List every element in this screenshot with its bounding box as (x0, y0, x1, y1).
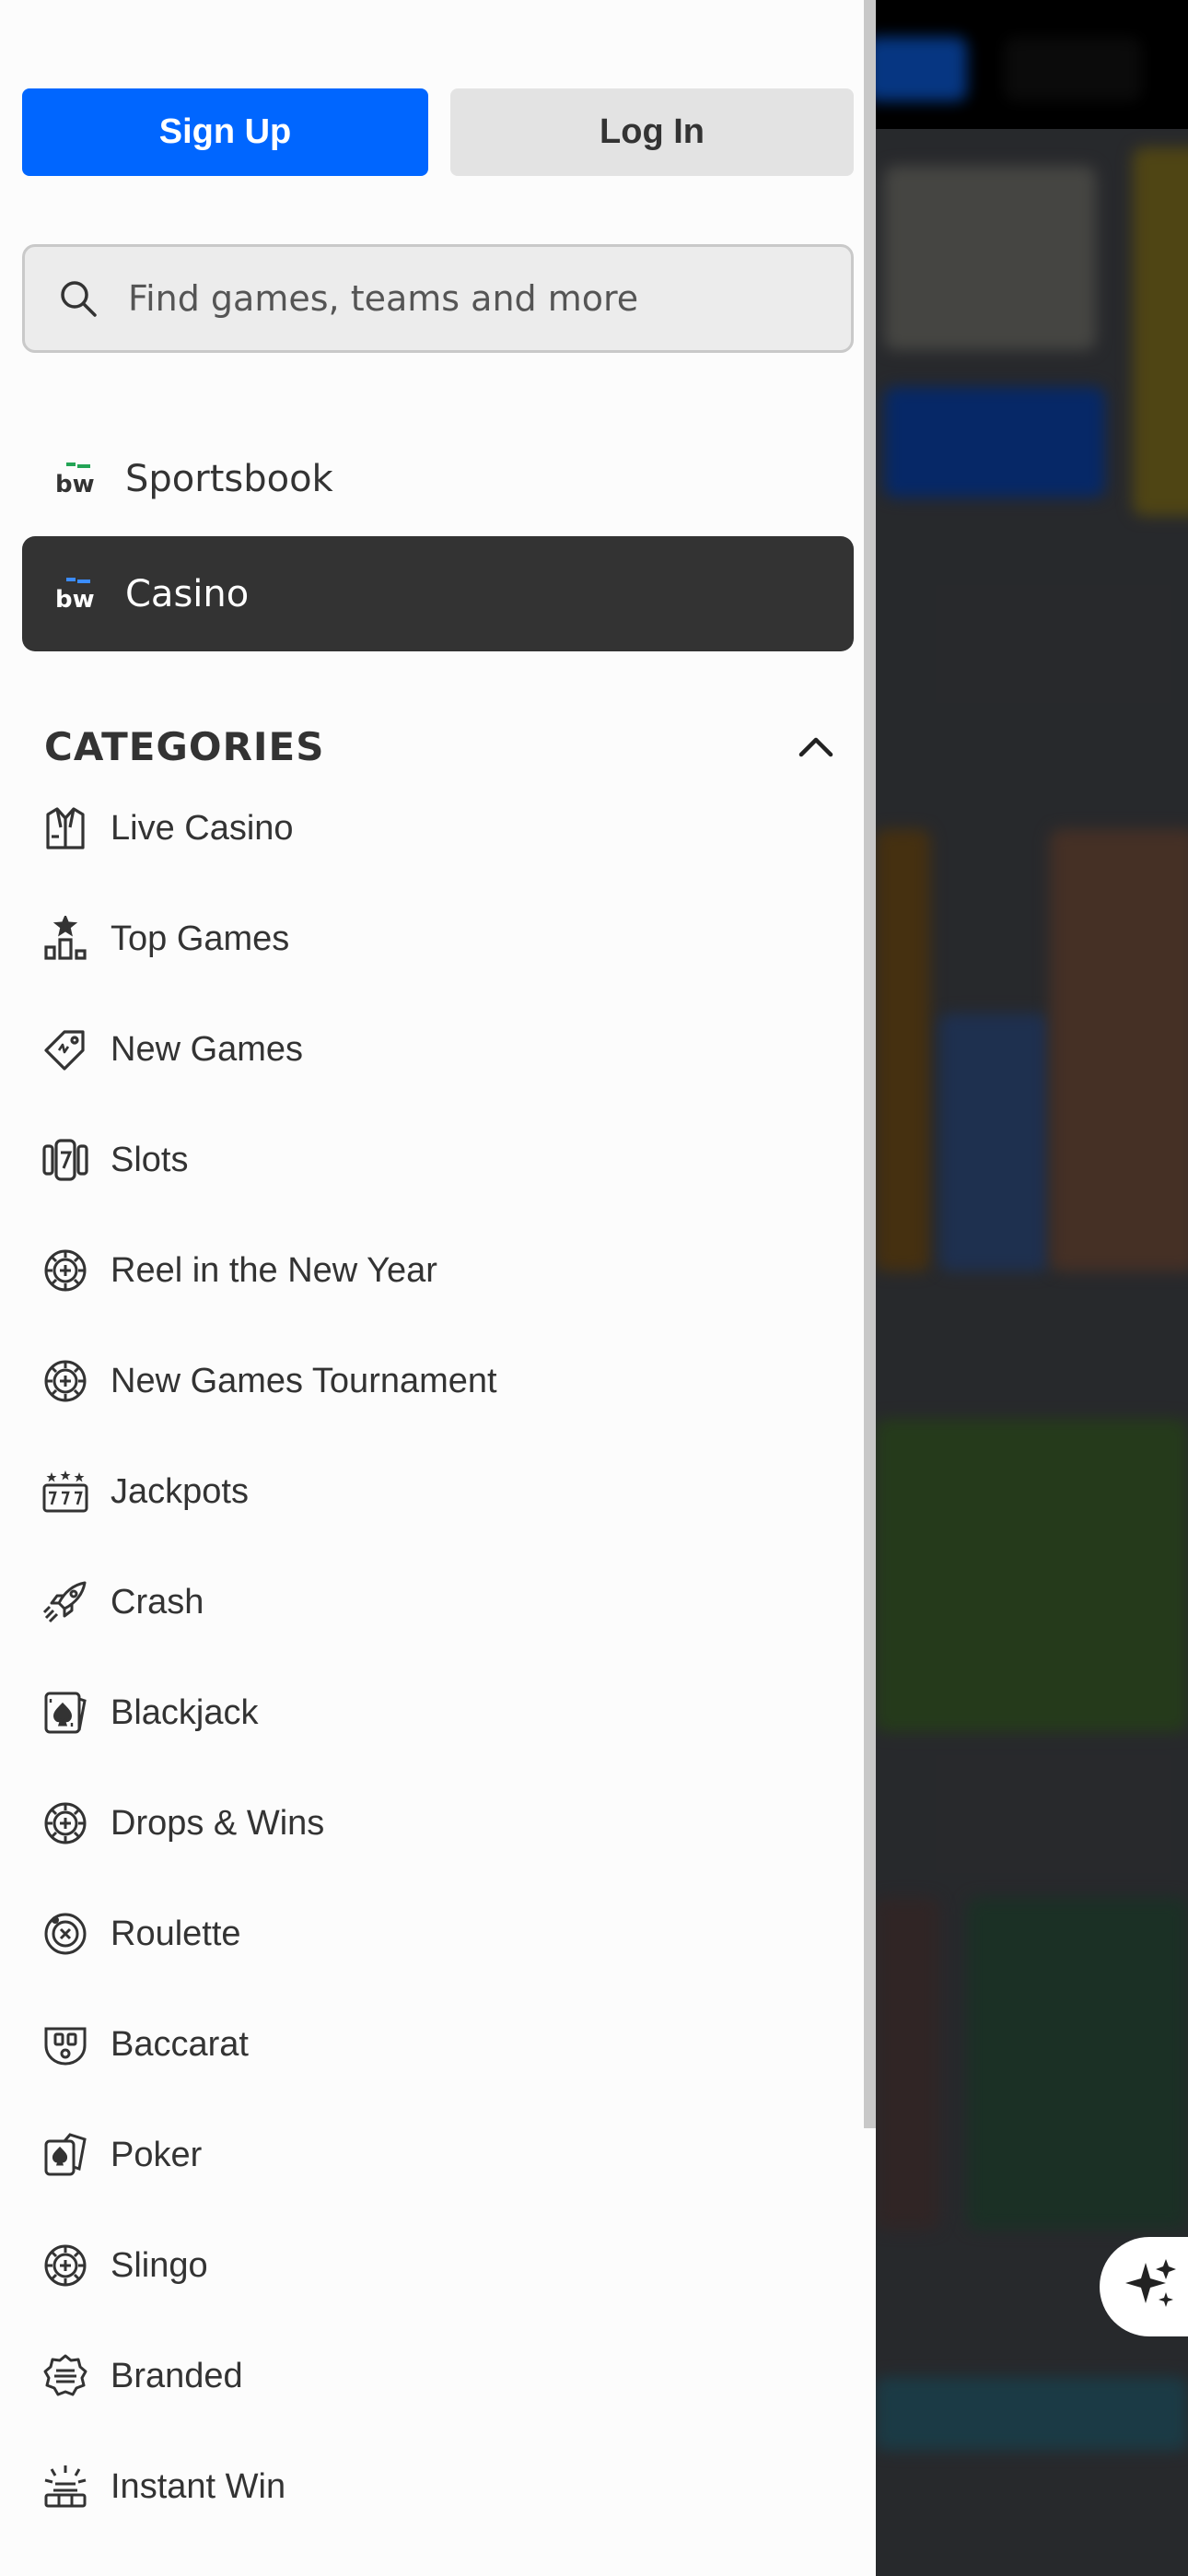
bw-logo-icon: bw (53, 461, 98, 498)
category-label: Live Casino (111, 808, 294, 848)
category-jackpots[interactable]: Jackpots (42, 1459, 249, 1524)
side-drawer: Sign Up Log In bw Sportsbook bw (0, 0, 876, 2576)
chip-icon (42, 2242, 88, 2289)
badge-icon (42, 2353, 88, 2399)
category-label: Crash (111, 1582, 204, 1622)
category-label: Blackjack (111, 1692, 259, 1732)
search-box[interactable] (22, 244, 854, 353)
category-blackjack[interactable]: Blackjack (42, 1680, 259, 1745)
sign-up-button[interactable]: Sign Up (22, 88, 428, 176)
search-icon (58, 278, 99, 319)
slot-reel-icon (42, 1137, 88, 1183)
roulette-icon (42, 1911, 88, 1957)
category-baccarat[interactable]: Baccarat (42, 2012, 249, 2077)
categories-header[interactable]: CATEGORIES (44, 719, 836, 774)
baccarat-table-icon (42, 2021, 88, 2067)
category-label: Baccarat (111, 2024, 249, 2064)
category-label: Slingo (111, 2245, 208, 2285)
category-label: Branded (111, 2356, 243, 2395)
category-slingo[interactable]: Slingo (42, 2233, 208, 2298)
category-label: Instant Win (111, 2466, 286, 2506)
chip-icon (42, 1800, 88, 1846)
category-branded[interactable]: Branded (42, 2344, 243, 2408)
dealer-icon (42, 805, 88, 851)
category-poker[interactable]: Poker (42, 2123, 202, 2187)
chevron-up-icon[interactable] (796, 726, 836, 767)
category-new-games-tournament[interactable]: New Games Tournament (42, 1349, 497, 1413)
categories-title: CATEGORIES (44, 723, 325, 769)
category-label: New Games (111, 1029, 304, 1069)
jackpot-777-icon (42, 1469, 88, 1515)
podium-icon (42, 916, 88, 962)
category-crash[interactable]: Crash (42, 1570, 204, 1634)
card-spade-icon (42, 1690, 88, 1736)
category-instant-win[interactable]: Instant Win (42, 2454, 285, 2519)
search-input[interactable] (128, 278, 828, 319)
category-slots[interactable]: Slots (42, 1128, 188, 1192)
category-label: Reel in the New Year (111, 1250, 437, 1290)
nav-casino[interactable]: bw Casino (22, 536, 854, 651)
sparkle-icon (1122, 2255, 1181, 2319)
chip-icon (42, 1247, 88, 1294)
category-label: Poker (111, 2135, 203, 2174)
category-live-casino[interactable]: Live Casino (42, 796, 294, 861)
svg-text:bw: bw (55, 586, 95, 613)
category-drops-and-wins[interactable]: Drops & Wins (42, 1791, 324, 1856)
category-label: Slots (111, 1140, 189, 1179)
category-label: Roulette (111, 1914, 241, 1953)
category-reel-in-the-new-year[interactable]: Reel in the New Year (42, 1238, 437, 1303)
category-new-games[interactable]: New Games (42, 1017, 303, 1082)
category-top-games[interactable]: Top Games (42, 907, 289, 971)
nav-sportsbook-label: Sportsbook (125, 457, 333, 500)
chip-icon (42, 1358, 88, 1404)
instant-win-icon (42, 2464, 88, 2510)
drawer-scrollbar[interactable] (864, 0, 876, 2128)
svg-text:bw: bw (55, 471, 95, 498)
bw-logo-icon: bw (53, 576, 98, 613)
log-in-button[interactable]: Log In (450, 88, 854, 176)
nav-casino-label: Casino (125, 572, 250, 615)
tag-icon (42, 1026, 88, 1072)
category-label: New Games Tournament (111, 1361, 497, 1400)
nav-sportsbook[interactable]: bw Sportsbook (22, 421, 854, 536)
category-roulette[interactable]: Roulette (42, 1902, 241, 1966)
category-label: Top Games (111, 919, 290, 958)
category-label: Drops & Wins (111, 1803, 325, 1843)
rocket-icon (42, 1579, 88, 1625)
category-label: Jackpots (111, 1471, 249, 1511)
poker-cards-icon (42, 2132, 88, 2178)
